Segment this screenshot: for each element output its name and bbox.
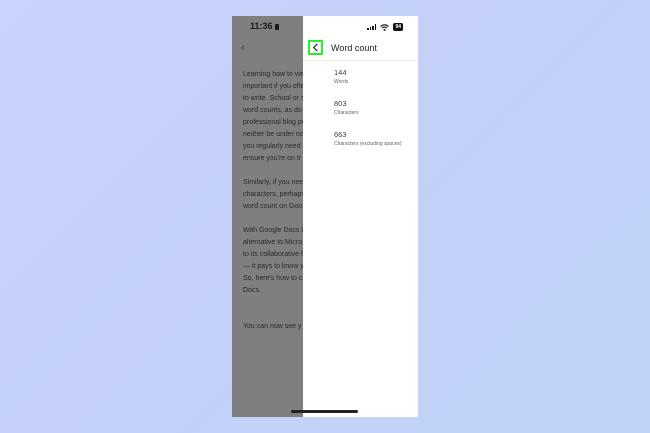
doc-line: alternative to Micro: [243, 239, 303, 246]
document-paragraph-4: You can now see y: [243, 321, 303, 333]
phone-screen: 11:36 ‹ Learning how to vie important if…: [232, 16, 418, 417]
doc-line: You can now see y: [243, 323, 302, 330]
doc-line: So, here's how to c: [243, 275, 303, 282]
battery-indicator: 94: [393, 23, 403, 31]
document-back-icon: ‹: [241, 42, 245, 54]
back-button[interactable]: [308, 40, 323, 55]
doc-line: — it pays to know y: [243, 263, 303, 270]
doc-line: important if you ofte: [243, 83, 303, 90]
stat-value: 803: [334, 99, 347, 108]
stat-label: Words: [334, 79, 349, 85]
doc-line: you regularly need: [243, 143, 301, 150]
document-paragraph-3: With Google Docs b alternative to Micro …: [243, 225, 303, 297]
stat-characters-no-spaces: 663 Characters (excluding spaces): [334, 130, 402, 147]
doc-line: neither be under no: [243, 131, 303, 138]
cellular-signal-icon: [367, 24, 377, 30]
stat-value: 144: [334, 68, 347, 77]
doc-line: characters, perhaps: [243, 191, 303, 198]
doc-line: word count on Goo: [243, 203, 303, 210]
status-indicators: 94: [367, 23, 403, 31]
stat-words: 144 Words: [334, 68, 348, 85]
doc-line: Docs.: [243, 287, 261, 294]
document-paragraph-1: Learning how to vie important if you oft…: [243, 69, 303, 165]
doc-line: word counts, as do: [243, 107, 302, 114]
panel-title: Word count: [331, 43, 377, 53]
doc-line: With Google Docs b: [243, 227, 303, 234]
wifi-icon: [380, 23, 390, 31]
document-background: 11:36 ‹ Learning how to vie important if…: [232, 16, 303, 417]
doc-line: to write. School or s: [243, 95, 303, 102]
doc-line: ensure you're on tr: [243, 155, 302, 162]
doc-line: to its collaborative f: [243, 251, 303, 258]
home-indicator[interactable]: [291, 410, 358, 413]
doc-line: Learning how to vie: [243, 71, 303, 78]
header-divider: [303, 60, 418, 61]
document-text: Learning how to vie important if you oft…: [243, 69, 303, 345]
stat-value: 663: [334, 130, 347, 139]
word-count-panel: 94 Word count 144 Words 803 Characters 6…: [303, 16, 418, 417]
chevron-left-icon: [312, 43, 318, 52]
doc-line: professional blog po: [243, 119, 303, 126]
doc-line: Similarly, if you nee: [243, 179, 303, 186]
stat-characters: 803 Characters: [334, 99, 358, 116]
status-time: 11:36: [250, 21, 279, 31]
lock-icon: [274, 23, 279, 30]
stat-label: Characters: [334, 110, 359, 116]
stat-label: Characters (excluding spaces): [334, 141, 402, 147]
document-paragraph-2: Similarly, if you nee characters, perhap…: [243, 177, 303, 213]
